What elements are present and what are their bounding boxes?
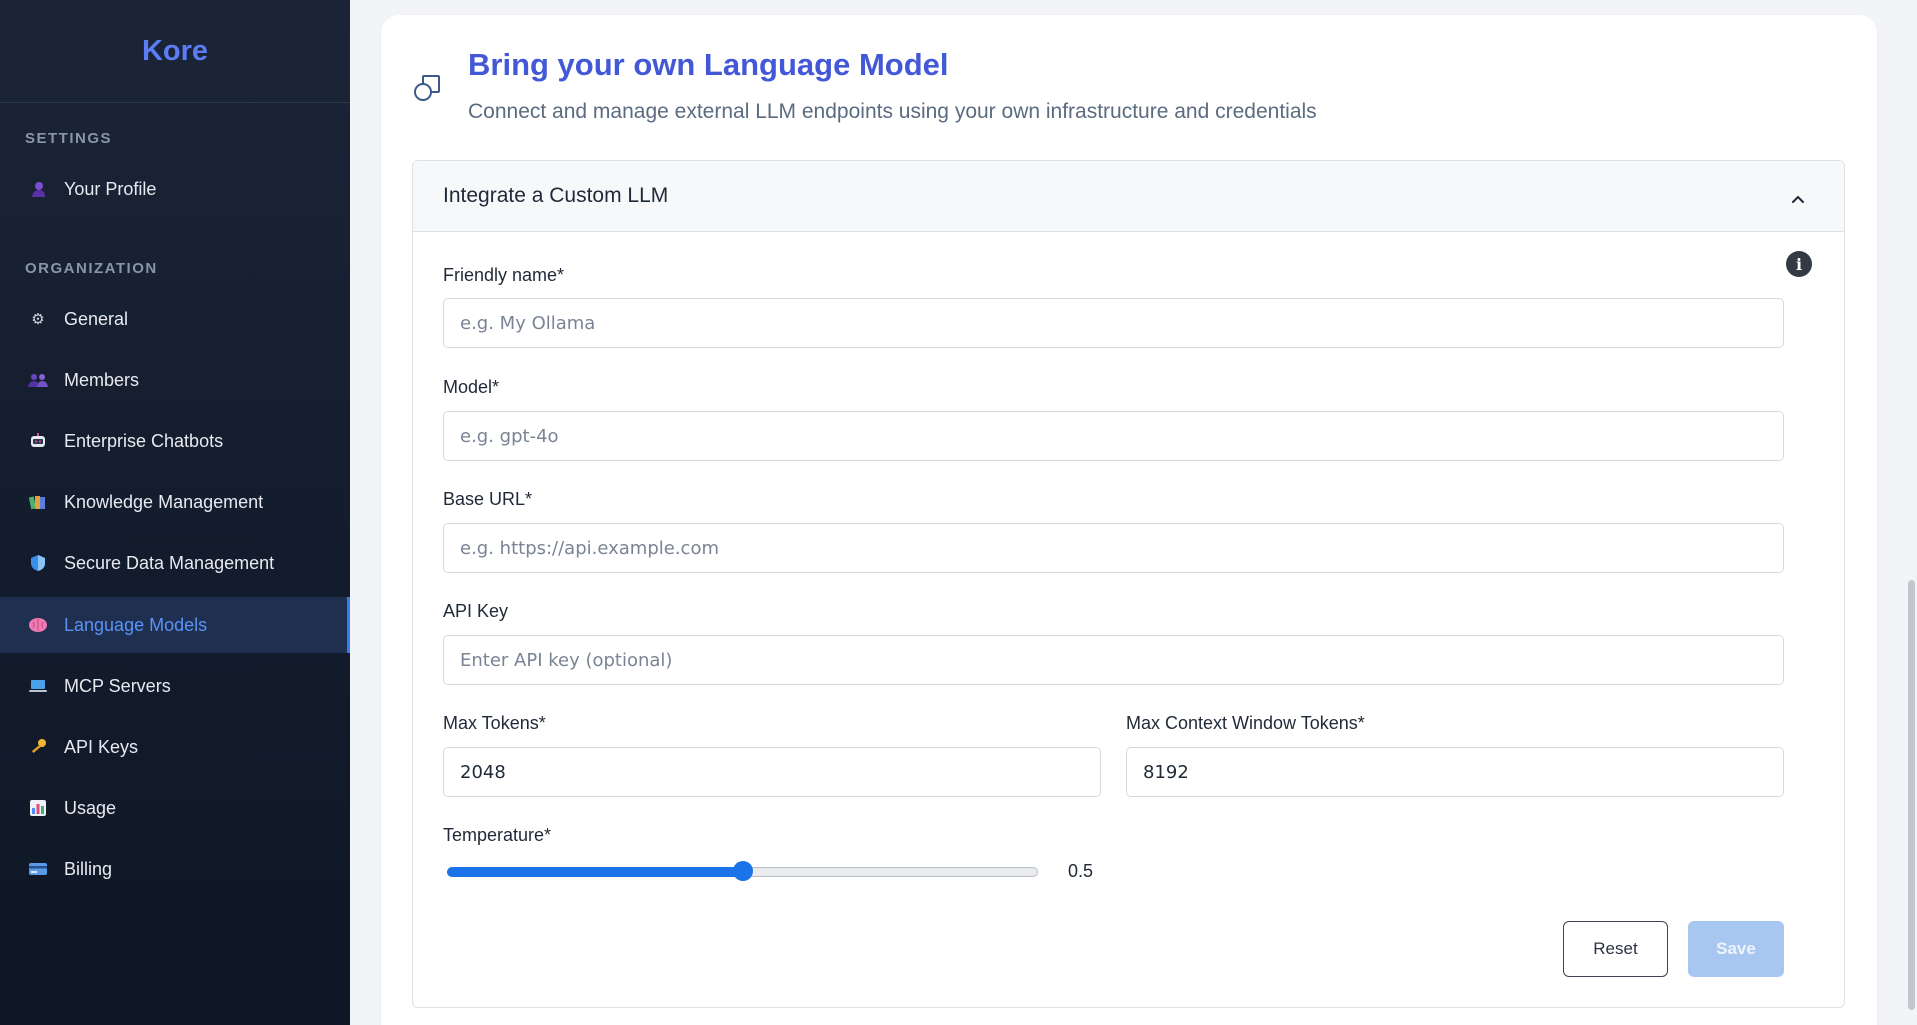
max-context-input[interactable] (1126, 747, 1784, 797)
sidebar-item-your-profile[interactable]: Your Profile (0, 161, 350, 217)
laptop-icon (28, 676, 48, 696)
sidebar-item-members[interactable]: Members (0, 352, 350, 408)
sidebar-item-mcp-servers[interactable]: MCP Servers (0, 658, 350, 714)
sidebar-item-knowledge-management[interactable]: Knowledge Management (0, 474, 350, 530)
base-url-input[interactable] (443, 523, 1784, 573)
key-icon (28, 737, 48, 757)
reset-button[interactable]: Reset (1563, 921, 1668, 977)
chart-icon (28, 798, 48, 818)
sidebar-item-label: MCP Servers (64, 675, 171, 696)
sidebar-item-label: Knowledge Management (64, 491, 264, 512)
sidebar-item-usage[interactable]: Usage (0, 780, 350, 836)
max-tokens-input[interactable] (443, 747, 1101, 797)
max-tokens-label: Max Tokens* (443, 713, 546, 733)
temperature-slider-thumb[interactable] (732, 861, 753, 881)
sidebar-item-label: Enterprise Chatbots (64, 430, 224, 451)
info-icon[interactable]: i (1786, 251, 1812, 277)
sidebar-item-label: Billing (64, 858, 113, 879)
page-title: Bring your own Language Model (468, 47, 949, 82)
temperature-label: Temperature* (443, 825, 552, 845)
panel-header[interactable]: Integrate a Custom LLM (413, 161, 1844, 232)
user-icon (28, 179, 48, 199)
scrollbar[interactable] (1908, 580, 1915, 1010)
sidebar-item-billing[interactable]: Billing (0, 841, 350, 897)
sidebar-item-label: Members (64, 369, 140, 390)
model-input[interactable] (443, 411, 1784, 461)
save-button[interactable]: Save (1688, 921, 1784, 977)
books-icon (28, 492, 48, 512)
organization-section-label: ORGANIZATION (25, 260, 158, 277)
friendly-name-input[interactable] (443, 298, 1784, 348)
temperature-value: 0.5 (1068, 861, 1094, 881)
page-subtitle: Connect and manage external LLM endpoint… (468, 100, 1317, 123)
base-url-label: Base URL* (443, 489, 533, 509)
sidebar: Kore SETTINGS Your Profile ORGANIZATION … (0, 0, 350, 1025)
friendly-name-label: Friendly name* (443, 265, 565, 285)
chatbot-icon (28, 431, 48, 451)
shapes-icon (413, 73, 443, 103)
members-icon (28, 370, 48, 390)
sidebar-item-label: General (64, 308, 129, 329)
sidebar-item-general[interactable]: ⚙ General (0, 291, 350, 347)
sidebar-item-label: Language Models (64, 614, 208, 635)
credit-card-icon (28, 859, 48, 879)
sidebar-item-secure-data-management[interactable]: Secure Data Management (0, 535, 350, 591)
sidebar-item-label: API Keys (64, 736, 139, 757)
temperature-slider-fill (447, 867, 743, 877)
sidebar-item-label: Secure Data Management (64, 552, 275, 573)
brand: Kore (0, 0, 350, 103)
settings-section-label: SETTINGS (25, 130, 113, 147)
chevron-up-icon[interactable] (1790, 189, 1806, 205)
brain-icon (28, 615, 48, 635)
model-label: Model* (443, 377, 500, 397)
api-key-input[interactable] (443, 635, 1784, 685)
shield-icon (28, 553, 48, 573)
sidebar-item-label: Your Profile (64, 178, 157, 199)
max-context-label: Max Context Window Tokens* (1126, 713, 1365, 733)
sidebar-item-language-models[interactable]: Language Models (0, 597, 350, 653)
integrate-llm-panel: Integrate a Custom LLM (412, 160, 1845, 1008)
panel-title: Integrate a Custom LLM (443, 184, 669, 207)
sidebar-item-enterprise-chatbots[interactable]: Enterprise Chatbots (0, 413, 350, 469)
sidebar-item-api-keys[interactable]: API Keys (0, 719, 350, 775)
sidebar-item-label: Usage (64, 797, 117, 818)
api-key-label: API Key (443, 601, 509, 621)
gear-icon: ⚙ (31, 311, 45, 328)
brand-logo[interactable]: Kore (142, 35, 208, 68)
